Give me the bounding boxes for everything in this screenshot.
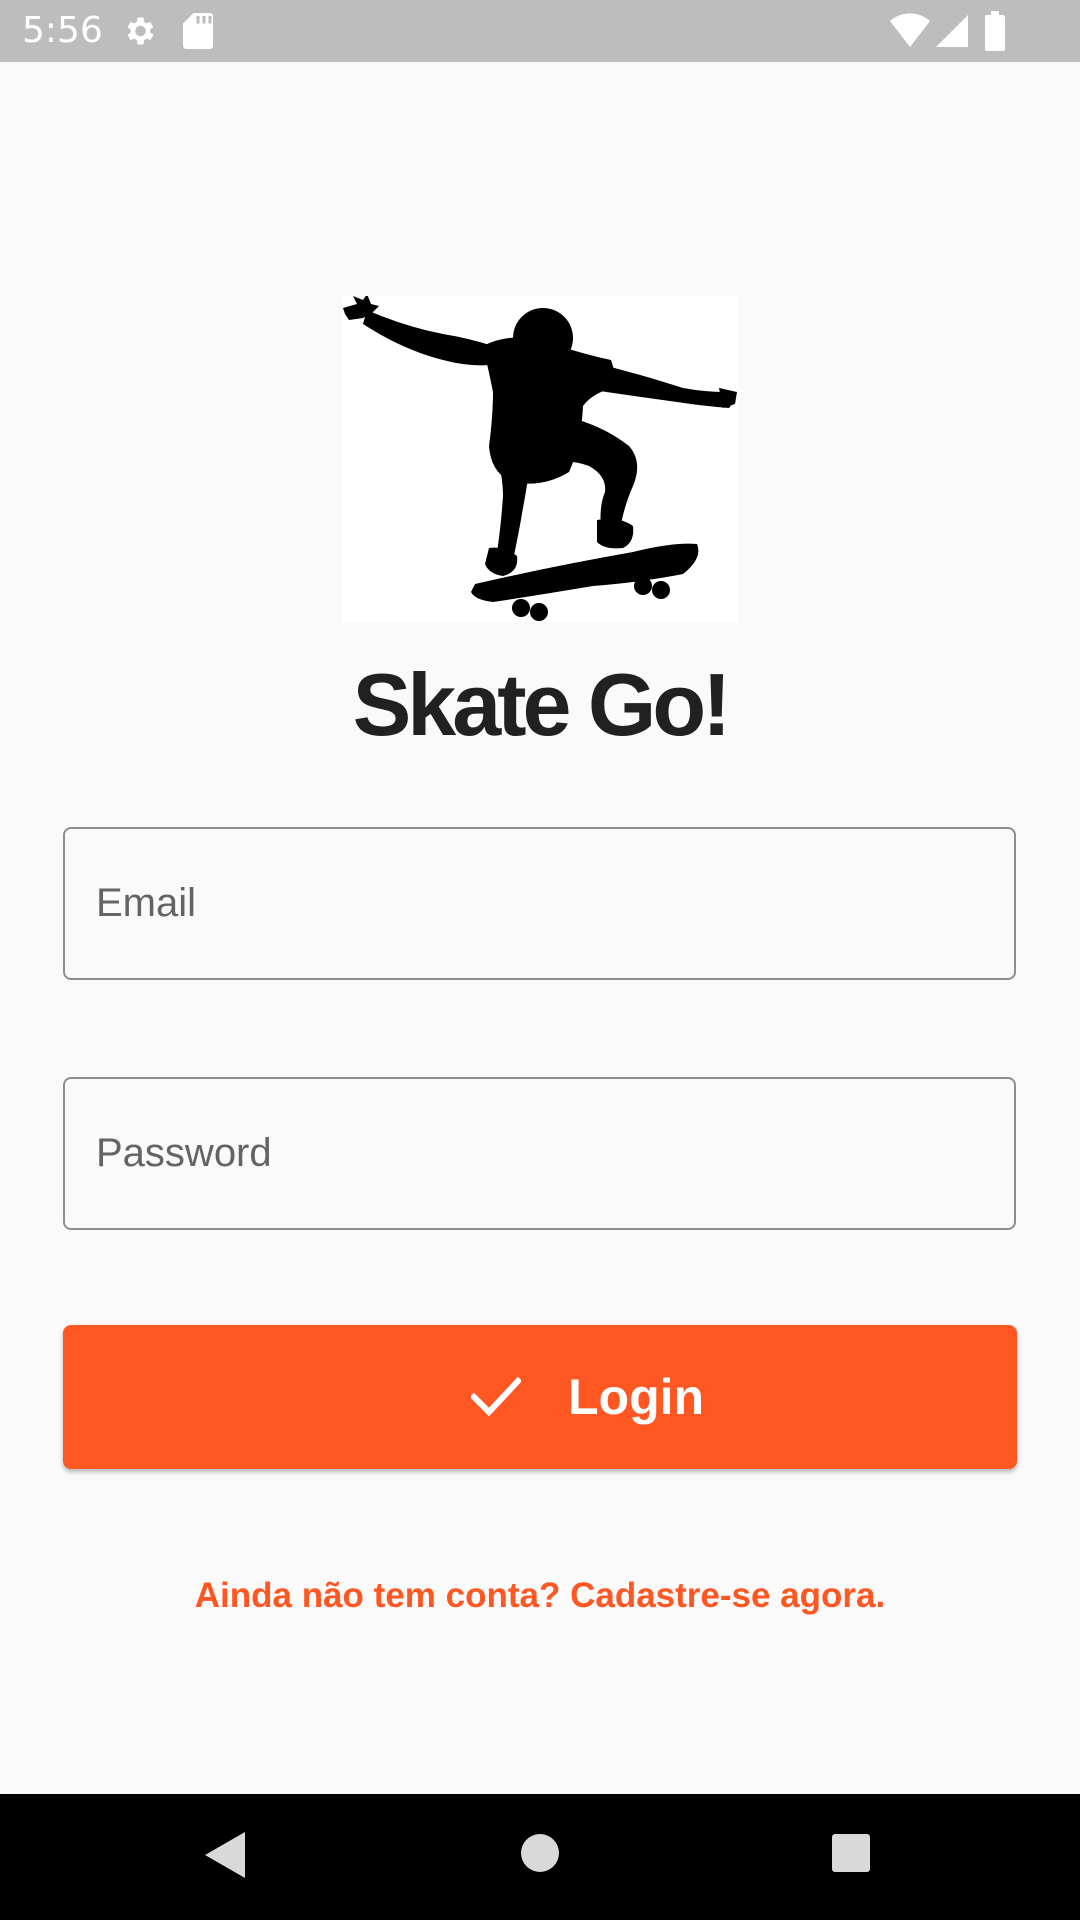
skateboarder-logo — [343, 294, 737, 622]
status-bar: 5:56 — [0, 0, 1080, 62]
gear-icon — [127, 17, 154, 45]
sd-card-icon — [183, 13, 213, 49]
login-button-label: Login — [568, 1369, 705, 1425]
check-icon — [471, 1377, 521, 1417]
password-field[interactable] — [63, 1077, 1016, 1230]
home-icon[interactable] — [520, 1833, 560, 1873]
navigation-bar — [0, 1794, 1080, 1920]
skateboarder-silhouette-icon — [343, 294, 737, 621]
password-input[interactable] — [65, 1079, 1014, 1228]
signal-icon — [936, 15, 968, 47]
email-input[interactable] — [65, 829, 1014, 978]
app-title: Skate Go! — [352, 655, 732, 754]
status-time: 5:56 — [22, 10, 103, 51]
login-button[interactable]: Login — [63, 1325, 1017, 1469]
wifi-icon — [890, 13, 930, 47]
login-screen: 5:56 Skate Go! Email Login Ainda não tem… — [0, 0, 1080, 1920]
battery-icon — [985, 11, 1005, 51]
email-field[interactable] — [63, 827, 1016, 980]
back-icon[interactable] — [203, 1830, 247, 1880]
signup-link[interactable]: Ainda não tem conta? Cadastre-se agora. — [0, 1572, 1080, 1620]
recents-icon[interactable] — [831, 1833, 871, 1873]
